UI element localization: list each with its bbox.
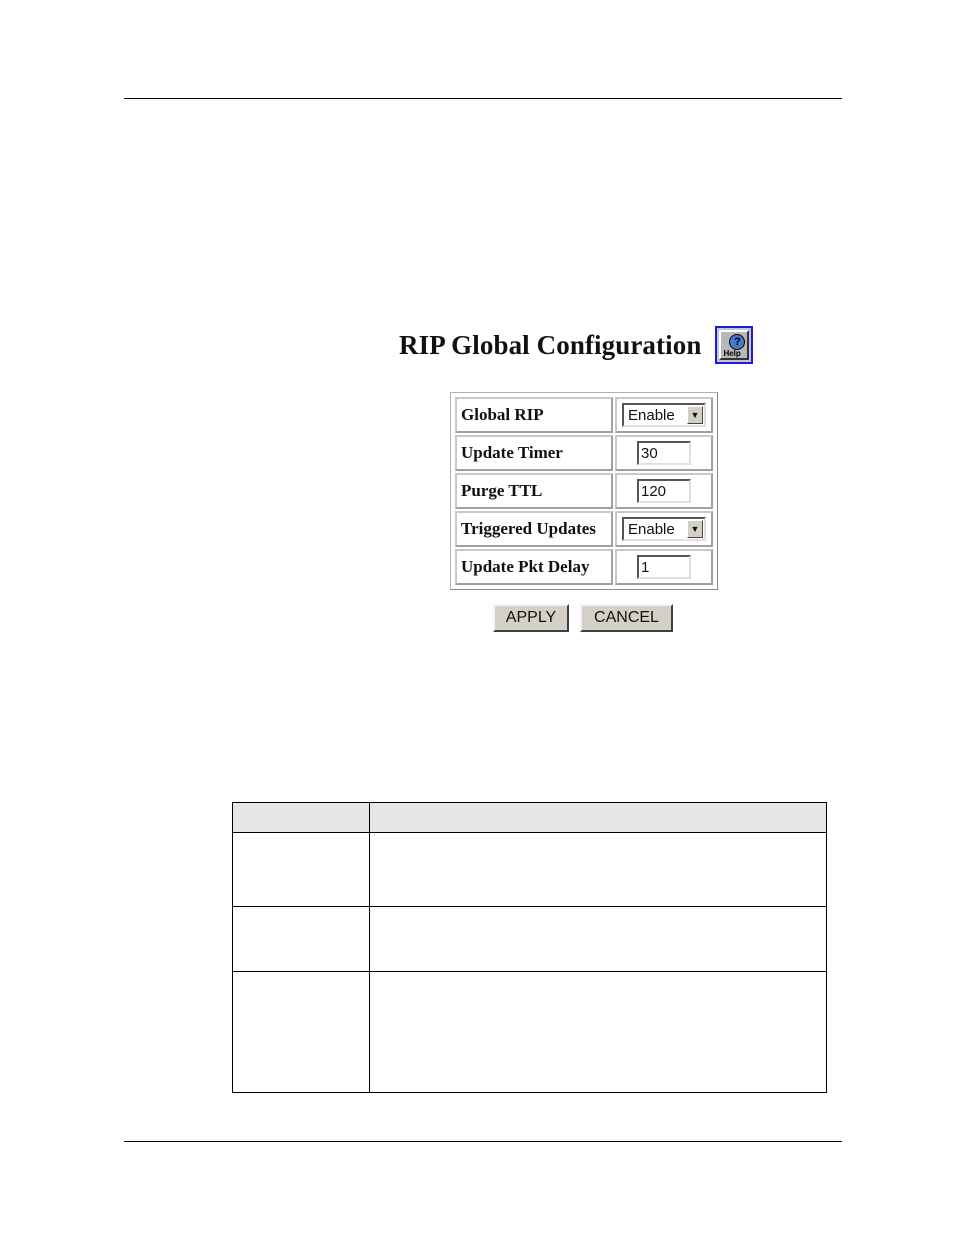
- table-cell: [369, 971, 827, 1093]
- global-rip-select[interactable]: Enable ▼: [622, 403, 706, 427]
- config-row-purge-ttl: Purge TTL: [455, 473, 713, 509]
- help-label: Help: [723, 349, 741, 358]
- chevron-down-icon[interactable]: ▼: [687, 406, 703, 424]
- triggered-updates-select[interactable]: Enable ▼: [622, 517, 706, 541]
- cancel-button[interactable]: CANCEL: [580, 604, 673, 632]
- footer-rule: [124, 1141, 842, 1142]
- title-row: RIP Global Configuration ? Help: [399, 326, 754, 364]
- table-cell: [369, 832, 827, 907]
- table-row: [232, 832, 827, 907]
- table-header-row: [232, 802, 827, 833]
- table-cell: [232, 971, 370, 1093]
- update-timer-label: Update Timer: [455, 435, 613, 471]
- table-cell: [232, 906, 370, 972]
- config-row-global-rip: Global RIP Enable ▼: [455, 397, 713, 433]
- field-description-table: [232, 802, 827, 1093]
- table-cell: [232, 832, 370, 907]
- purge-ttl-input[interactable]: [637, 479, 691, 503]
- global-rip-label: Global RIP: [455, 397, 613, 433]
- update-timer-input[interactable]: [637, 441, 691, 465]
- table-cell: [369, 906, 827, 972]
- table-row: [232, 906, 827, 972]
- config-row-update-timer: Update Timer: [455, 435, 713, 471]
- config-row-update-pkt-delay: Update Pkt Delay: [455, 549, 713, 585]
- header-rule: [124, 98, 842, 99]
- rip-config-form: Global RIP Enable ▼ Update Timer Purge T…: [450, 392, 718, 590]
- form-actions: APPLY CANCEL: [493, 604, 673, 632]
- header-description: [369, 802, 827, 833]
- chevron-down-icon[interactable]: ▼: [687, 520, 703, 538]
- config-row-triggered-updates: Triggered Updates Enable ▼: [455, 511, 713, 547]
- help-button[interactable]: ? Help: [715, 326, 754, 364]
- help-icon: ? Help: [719, 330, 750, 360]
- triggered-updates-label: Triggered Updates: [455, 511, 613, 547]
- update-pkt-delay-input[interactable]: [637, 555, 691, 579]
- table-row: [232, 971, 827, 1093]
- update-pkt-delay-label: Update Pkt Delay: [455, 549, 613, 585]
- apply-button[interactable]: APPLY: [493, 604, 569, 632]
- purge-ttl-label: Purge TTL: [455, 473, 613, 509]
- page-title: RIP Global Configuration: [399, 329, 702, 360]
- header-field: [232, 802, 370, 833]
